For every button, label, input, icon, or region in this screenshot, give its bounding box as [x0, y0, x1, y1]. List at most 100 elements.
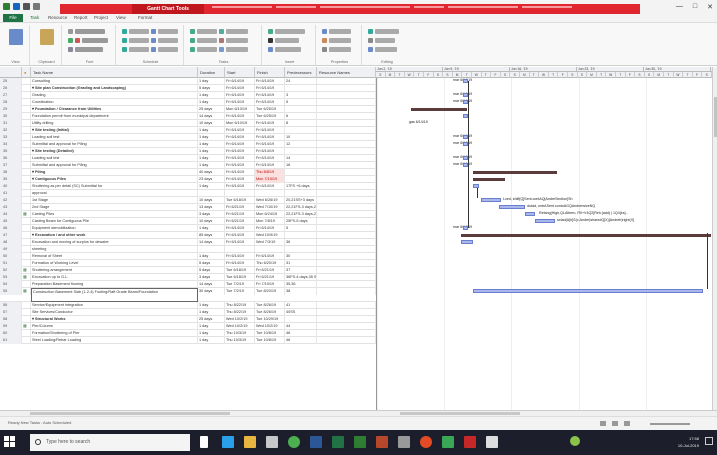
- gantt-scroll-thumb[interactable]: [400, 412, 520, 415]
- predecessors-cell[interactable]: 5: [285, 99, 317, 106]
- row-id[interactable]: 26: [0, 85, 22, 92]
- duration-cell[interactable]: 1 day: [198, 309, 225, 316]
- predecessors-cell[interactable]: 22,21FS-3 days,20: [285, 204, 317, 211]
- finish-cell[interactable]: Fri 6/14/19: [255, 78, 285, 85]
- row-id[interactable]: 48: [0, 239, 22, 246]
- finish-cell[interactable]: Fri 6/14/19: [255, 253, 285, 260]
- duration-cell[interactable]: 1 day: [198, 337, 225, 344]
- resource-names-cell[interactable]: [317, 99, 376, 106]
- indicator-cell[interactable]: [22, 239, 31, 246]
- task-name-cell[interactable]: Casting Beam for Contiguous Pile: [31, 218, 198, 225]
- row-id[interactable]: 44: [0, 211, 22, 218]
- predecessors-cell[interactable]: 14: [285, 155, 317, 162]
- resource-names-cell[interactable]: [317, 190, 376, 197]
- resource-names-cell[interactable]: [317, 323, 376, 330]
- task-bar-excavation[interactable]: [461, 240, 473, 244]
- close-button[interactable]: ✕: [707, 3, 713, 11]
- row-id[interactable]: 59: [0, 323, 22, 330]
- start-cell[interactable]: Thu 10/3/19: [225, 337, 255, 344]
- vertical-scrollbar[interactable]: [712, 67, 717, 410]
- taskbar-search-box[interactable]: Type here to search: [30, 434, 190, 451]
- indicator-cell[interactable]: ▦: [22, 274, 31, 281]
- predecessors-cell[interactable]: 6: [285, 113, 317, 120]
- predecessors-cell[interactable]: [285, 316, 317, 323]
- table-row[interactable]: 50 Removal of Sheet 1 day Fri 6/14/19 Fri 6…: [0, 253, 376, 260]
- indicator-cell[interactable]: [22, 148, 31, 155]
- tab-task[interactable]: Task: [30, 14, 39, 22]
- duration-cell[interactable]: 10 days: [198, 120, 225, 127]
- predecessors-cell[interactable]: 46: [285, 337, 317, 344]
- resource-names-cell[interactable]: [317, 127, 376, 134]
- indicator-cell[interactable]: [22, 225, 31, 232]
- resource-names-cell[interactable]: [317, 253, 376, 260]
- resource-names-cell[interactable]: [317, 134, 376, 141]
- predecessors-cell[interactable]: 44: [285, 323, 317, 330]
- table-row[interactable]: 49 sheeting: [0, 246, 376, 253]
- task-name-cell[interactable]: Site Services/Conductor: [31, 309, 198, 316]
- predecessors-cell[interactable]: 5: [285, 225, 317, 232]
- indicators-column-header[interactable]: ●: [22, 67, 31, 78]
- finish-cell[interactable]: Fri 6/21/19: [255, 274, 285, 281]
- table-row[interactable]: 57 Site Services/Conductor 1 day Thu 8/22/…: [0, 309, 376, 316]
- tray-clock[interactable]: 17:58 10-Jul-2019: [678, 435, 699, 449]
- start-cell[interactable]: Tue 6/18/19: [225, 267, 255, 274]
- resource-names-cell[interactable]: [317, 169, 376, 176]
- row-id[interactable]: 61: [0, 337, 22, 344]
- task-name-cell[interactable]: Foundation permit from municipal departm…: [31, 113, 198, 120]
- finish-cell[interactable]: Fri 6/14/19: [255, 162, 285, 169]
- task-name-cell[interactable]: Formation of Working Level: [31, 260, 198, 267]
- task-name-cell[interactable]: ▾ Contiguous Piles: [31, 176, 198, 183]
- table-row[interactable]: 60 Formation/Shuttering of Pier 1 day Thu …: [0, 330, 376, 337]
- start-cell[interactable]: Wed 10/2/19: [225, 323, 255, 330]
- table-row[interactable]: 56 Service/Equipment Integration 1 day Thu…: [0, 302, 376, 309]
- resource-names-cell[interactable]: [317, 78, 376, 85]
- table-row[interactable]: 37 Submittal and approval for Piling 1 da…: [0, 162, 376, 169]
- table-row[interactable]: 38 ▾ Piling 40 days Fri 6/14/19 Thu 8/8/19: [0, 169, 376, 176]
- duration-cell[interactable]: 1 day: [198, 323, 225, 330]
- start-cell[interactable]: Fri 6/14/19: [225, 148, 255, 155]
- indicator-cell[interactable]: [22, 197, 31, 204]
- duration-column-header[interactable]: Duration: [198, 67, 225, 78]
- resource-names-cell[interactable]: [317, 155, 376, 162]
- predecessors-cell[interactable]: 20,21SS+3 days: [285, 197, 317, 204]
- row-id[interactable]: 39: [0, 176, 22, 183]
- start-cell[interactable]: Thu 8/22/19: [225, 309, 255, 316]
- start-cell[interactable]: Fri 6/14/19: [225, 162, 255, 169]
- start-cell[interactable]: Wed 10/2/19: [225, 316, 255, 323]
- indicator-cell[interactable]: [22, 260, 31, 267]
- indicator-cell[interactable]: [22, 92, 31, 99]
- table-row[interactable]: 36 Loading soil test 1 day Fri 6/14/19 Fri …: [0, 155, 376, 162]
- start-cell[interactable]: Fri 6/14/19: [225, 183, 255, 190]
- zoom-slider[interactable]: [650, 423, 690, 425]
- duration-cell[interactable]: 1 day: [198, 183, 225, 190]
- resource-names-cell[interactable]: [317, 92, 376, 99]
- indicator-cell[interactable]: [22, 85, 31, 92]
- indicator-cell[interactable]: [22, 190, 31, 197]
- finish-cell[interactable]: [255, 190, 285, 197]
- duration-cell[interactable]: 1 day: [198, 225, 225, 232]
- start-cell[interactable]: Tue 6/18/19: [225, 197, 255, 204]
- indicator-cell[interactable]: ▦: [22, 323, 31, 330]
- finish-cell[interactable]: Thu 6/20/19: [255, 260, 285, 267]
- row-id[interactable]: 33: [0, 134, 22, 141]
- resource-names-cell[interactable]: [317, 225, 376, 232]
- save-icon[interactable]: [13, 3, 20, 10]
- task-name-cell[interactable]: Steel Loading/Rebar Loading: [31, 337, 198, 344]
- predecessors-cell[interactable]: 37: [285, 267, 317, 274]
- table-row[interactable]: 29 ▾ Foundation / Clearance from Utiliti…: [0, 106, 376, 113]
- finish-cell[interactable]: Wed 10/2/19: [255, 323, 285, 330]
- duration-cell[interactable]: 25 days: [198, 316, 225, 323]
- duration-cell[interactable]: 5 days: [198, 85, 225, 92]
- duration-cell[interactable]: 40 days: [198, 169, 225, 176]
- duration-cell[interactable]: 1 day: [198, 92, 225, 99]
- row-id[interactable]: 53: [0, 274, 22, 281]
- mail-icon[interactable]: [398, 436, 410, 448]
- task-name-cell[interactable]: Pier/Column: [31, 323, 198, 330]
- row-id[interactable]: 36: [0, 155, 22, 162]
- start-cell[interactable]: [225, 246, 255, 253]
- row-id[interactable]: 56: [0, 302, 22, 309]
- excel-icon[interactable]: [332, 436, 344, 448]
- team-planner-icon[interactable]: [624, 421, 630, 426]
- tab-resource[interactable]: Resource: [48, 14, 67, 22]
- resource-names-cell[interactable]: [317, 120, 376, 127]
